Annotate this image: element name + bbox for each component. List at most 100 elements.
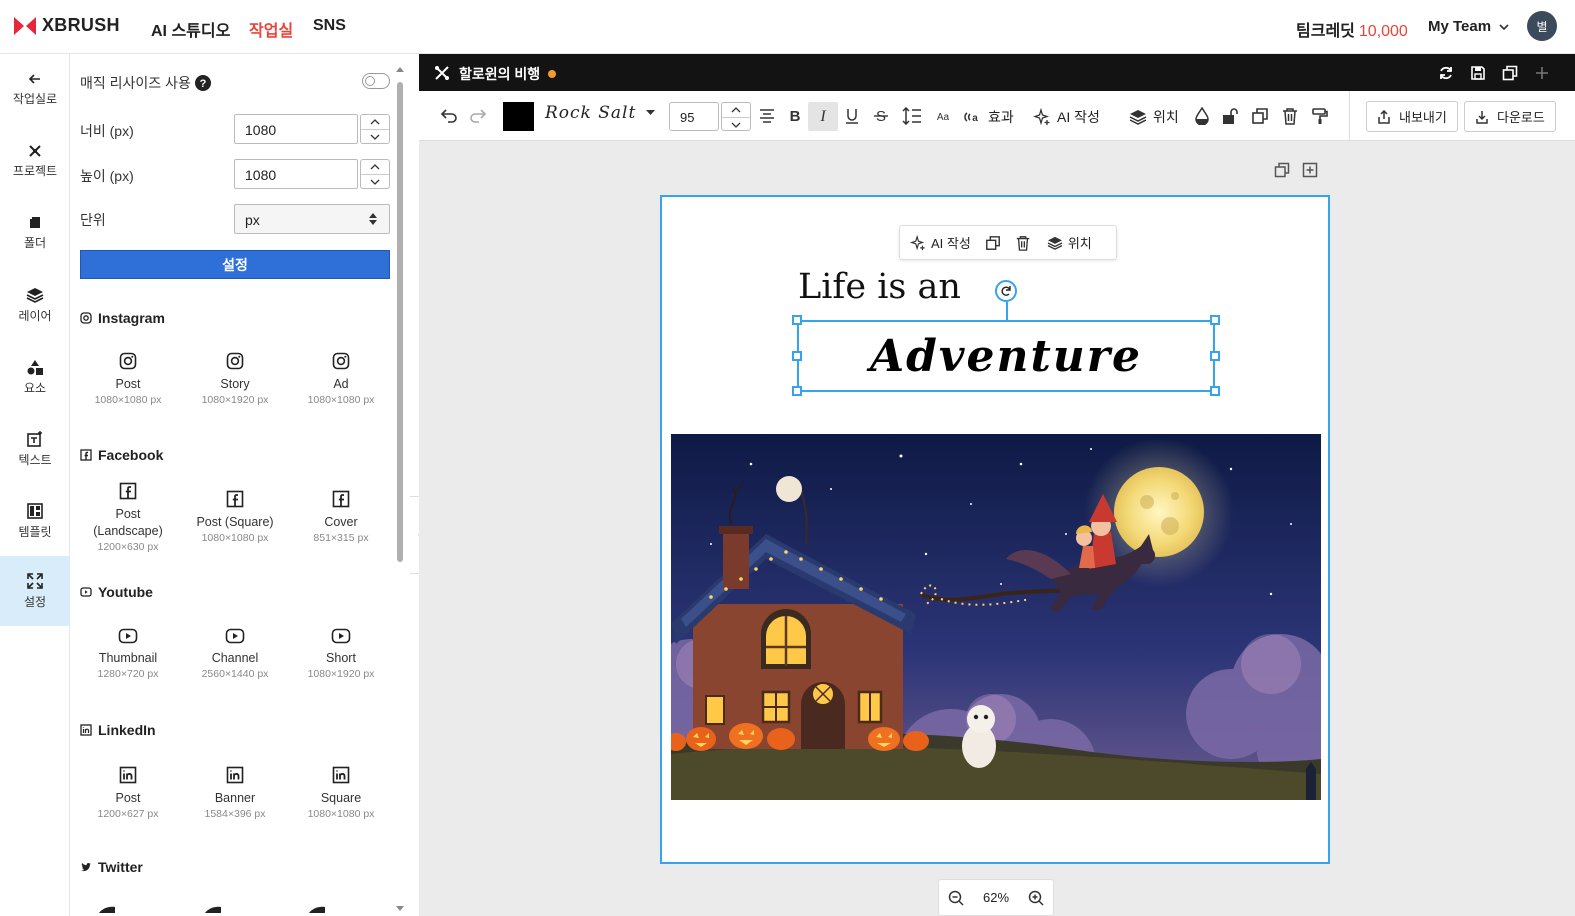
add-icon[interactable] [1534,65,1550,81]
resize-handle-bl[interactable] [792,386,802,396]
width-stepper[interactable] [360,114,390,144]
effect-label: 효과 [988,109,1014,125]
trash-icon[interactable] [1015,235,1031,251]
chevron-down-icon[interactable] [361,174,389,188]
help-icon[interactable]: ? [194,75,211,91]
preset-instagram-story[interactable]: Story 1080×1920 px [182,352,288,407]
resize-handle-tr[interactable] [1210,315,1220,325]
strikethrough-icon[interactable]: S [872,107,890,125]
preset-youtube-channel[interactable]: Channel 2560×1440 px [182,628,288,681]
resize-handle-br[interactable] [1210,386,1220,396]
nav-sns[interactable]: SNS [313,17,346,35]
width-label: 너비 (px) [80,123,134,139]
chevron-up-icon[interactable] [361,115,389,129]
duplicate-icon[interactable] [1502,65,1518,81]
text-case-icon[interactable]: Aa [933,107,953,125]
preset-instagram-post[interactable]: Post 1080×1080 px [75,352,181,407]
document-title-group[interactable]: 할로윈의 비행 [459,64,557,84]
magic-resize-toggle[interactable] [362,73,390,89]
add-page-icon[interactable] [1302,162,1318,178]
preset-linkedin-post[interactable]: Post 1200×627 px [75,766,181,821]
preset-size: 1080×1920 px [307,668,375,680]
chevron-down-icon[interactable] [361,129,389,143]
preset-linkedin-banner[interactable]: Banner 1584×396 px [182,766,288,821]
underline-icon[interactable] [843,107,861,125]
chevron-down-icon[interactable] [722,117,750,131]
rotate-handle-line [1006,302,1008,320]
chevron-up-icon[interactable] [722,103,750,117]
download-button[interactable]: 다운로드 [1464,101,1556,132]
preset-size: 1080×1080 px [307,808,375,820]
preset-youtube-short[interactable]: Short 1080×1920 px [288,628,394,681]
design-canvas[interactable]: AI 작성 위치 Life is an Adventure [660,195,1330,864]
redo-icon[interactable] [469,107,487,125]
resize-handle-ml[interactable] [792,351,802,361]
zoom-out-icon[interactable] [948,890,964,906]
format-painter-icon[interactable] [1311,107,1329,125]
opacity-icon[interactable] [1194,107,1210,125]
preset-size: 1080×1080 px [201,532,269,544]
preset-size: 851×315 px [313,532,369,544]
resize-handle-mr[interactable] [1210,351,1220,361]
sidebar-item-template[interactable]: 템플릿 [0,486,70,556]
sidebar-item-text[interactable]: 텍스트 [0,414,70,484]
preset-instagram-ad[interactable]: Ad 1080×1080 px [288,352,394,407]
duplicate-icon[interactable] [985,235,1001,251]
position-button[interactable]: 위치 [1129,107,1179,127]
line-height-icon[interactable] [902,107,922,125]
font-size-stepper[interactable] [721,102,751,131]
effect-button[interactable]: a 효과 [964,107,1014,127]
height-input[interactable]: 1080 [234,159,358,189]
height-stepper[interactable] [360,159,390,189]
preset-facebook-post-square[interactable]: Post (Square) 1080×1080 px [182,490,288,545]
export-button[interactable]: 내보내기 [1366,101,1458,132]
preset-facebook-cover[interactable]: Cover 851×315 px [288,490,394,545]
chevron-up-icon[interactable] [361,160,389,174]
refresh-icon[interactable] [1438,65,1454,81]
preset-size: 1280×720 px [97,668,159,680]
bold-icon[interactable]: B [786,107,804,125]
trash-icon[interactable] [1281,107,1299,125]
linkedin-icon [226,766,244,784]
undo-icon[interactable] [440,107,458,125]
preset-facebook-post-landscape[interactable]: Post (Landscape) 1200×630 px [75,482,181,554]
sidebar-item-layers[interactable]: 레이어 [0,270,70,340]
sidebar-item-settings[interactable]: 설정 [0,556,70,626]
zoom-in-icon[interactable] [1028,890,1044,906]
rotate-handle[interactable] [995,280,1017,302]
ai-write-button[interactable]: AI 작성 [1033,107,1100,127]
float-position-button[interactable]: 위치 [1047,233,1092,252]
nav-workroom[interactable]: 작업실 [249,17,293,41]
scroll-up-icon[interactable] [396,66,404,72]
elements-icon [27,359,43,375]
unlock-icon[interactable] [1221,107,1239,125]
canvas-headline-text[interactable]: Life is an [798,267,961,307]
avatar[interactable]: 별 [1527,11,1557,41]
duplicate-icon[interactable] [1251,107,1269,125]
unit-select[interactable]: px [234,204,390,234]
save-icon[interactable] [1470,65,1486,81]
resize-handle-tl[interactable] [792,315,802,325]
float-ai-write-button[interactable]: AI 작성 [910,233,971,252]
preset-youtube-thumbnail[interactable]: Thumbnail 1280×720 px [75,628,181,681]
italic-icon[interactable]: I [814,107,832,125]
scroll-down-icon[interactable] [396,906,404,912]
width-input[interactable]: 1080 [234,114,358,144]
sidebar-item-elements[interactable]: 요소 [0,342,70,412]
duplicate-page-icon[interactable] [1274,162,1290,178]
brand-logo[interactable]: XBRUSH [14,15,120,36]
left-sidebar: 작업실로 프로젝트 폴더 레이어 요소 텍스트 템플릿 설정 [0,54,70,916]
align-center-icon[interactable] [758,107,776,125]
halloween-illustration[interactable] [671,434,1321,800]
apply-size-button[interactable]: 설정 [80,250,390,279]
sidebar-item-project[interactable]: 프로젝트 [0,126,70,196]
preset-linkedin-square[interactable]: Square 1080×1080 px [288,766,394,821]
text-color-swatch[interactable] [503,102,534,131]
team-selector[interactable]: My Team [1428,18,1509,35]
font-family-select[interactable]: Rock Salt [545,103,656,123]
sidebar-item-back[interactable]: 작업실로 [0,54,70,124]
nav-ai-studio[interactable]: AI 스튜디오 [151,17,230,41]
font-size-input[interactable]: 95 [669,102,719,131]
sidebar-item-folder[interactable]: 폴더 [0,198,70,268]
panel-scroll-thumb[interactable] [397,82,403,562]
